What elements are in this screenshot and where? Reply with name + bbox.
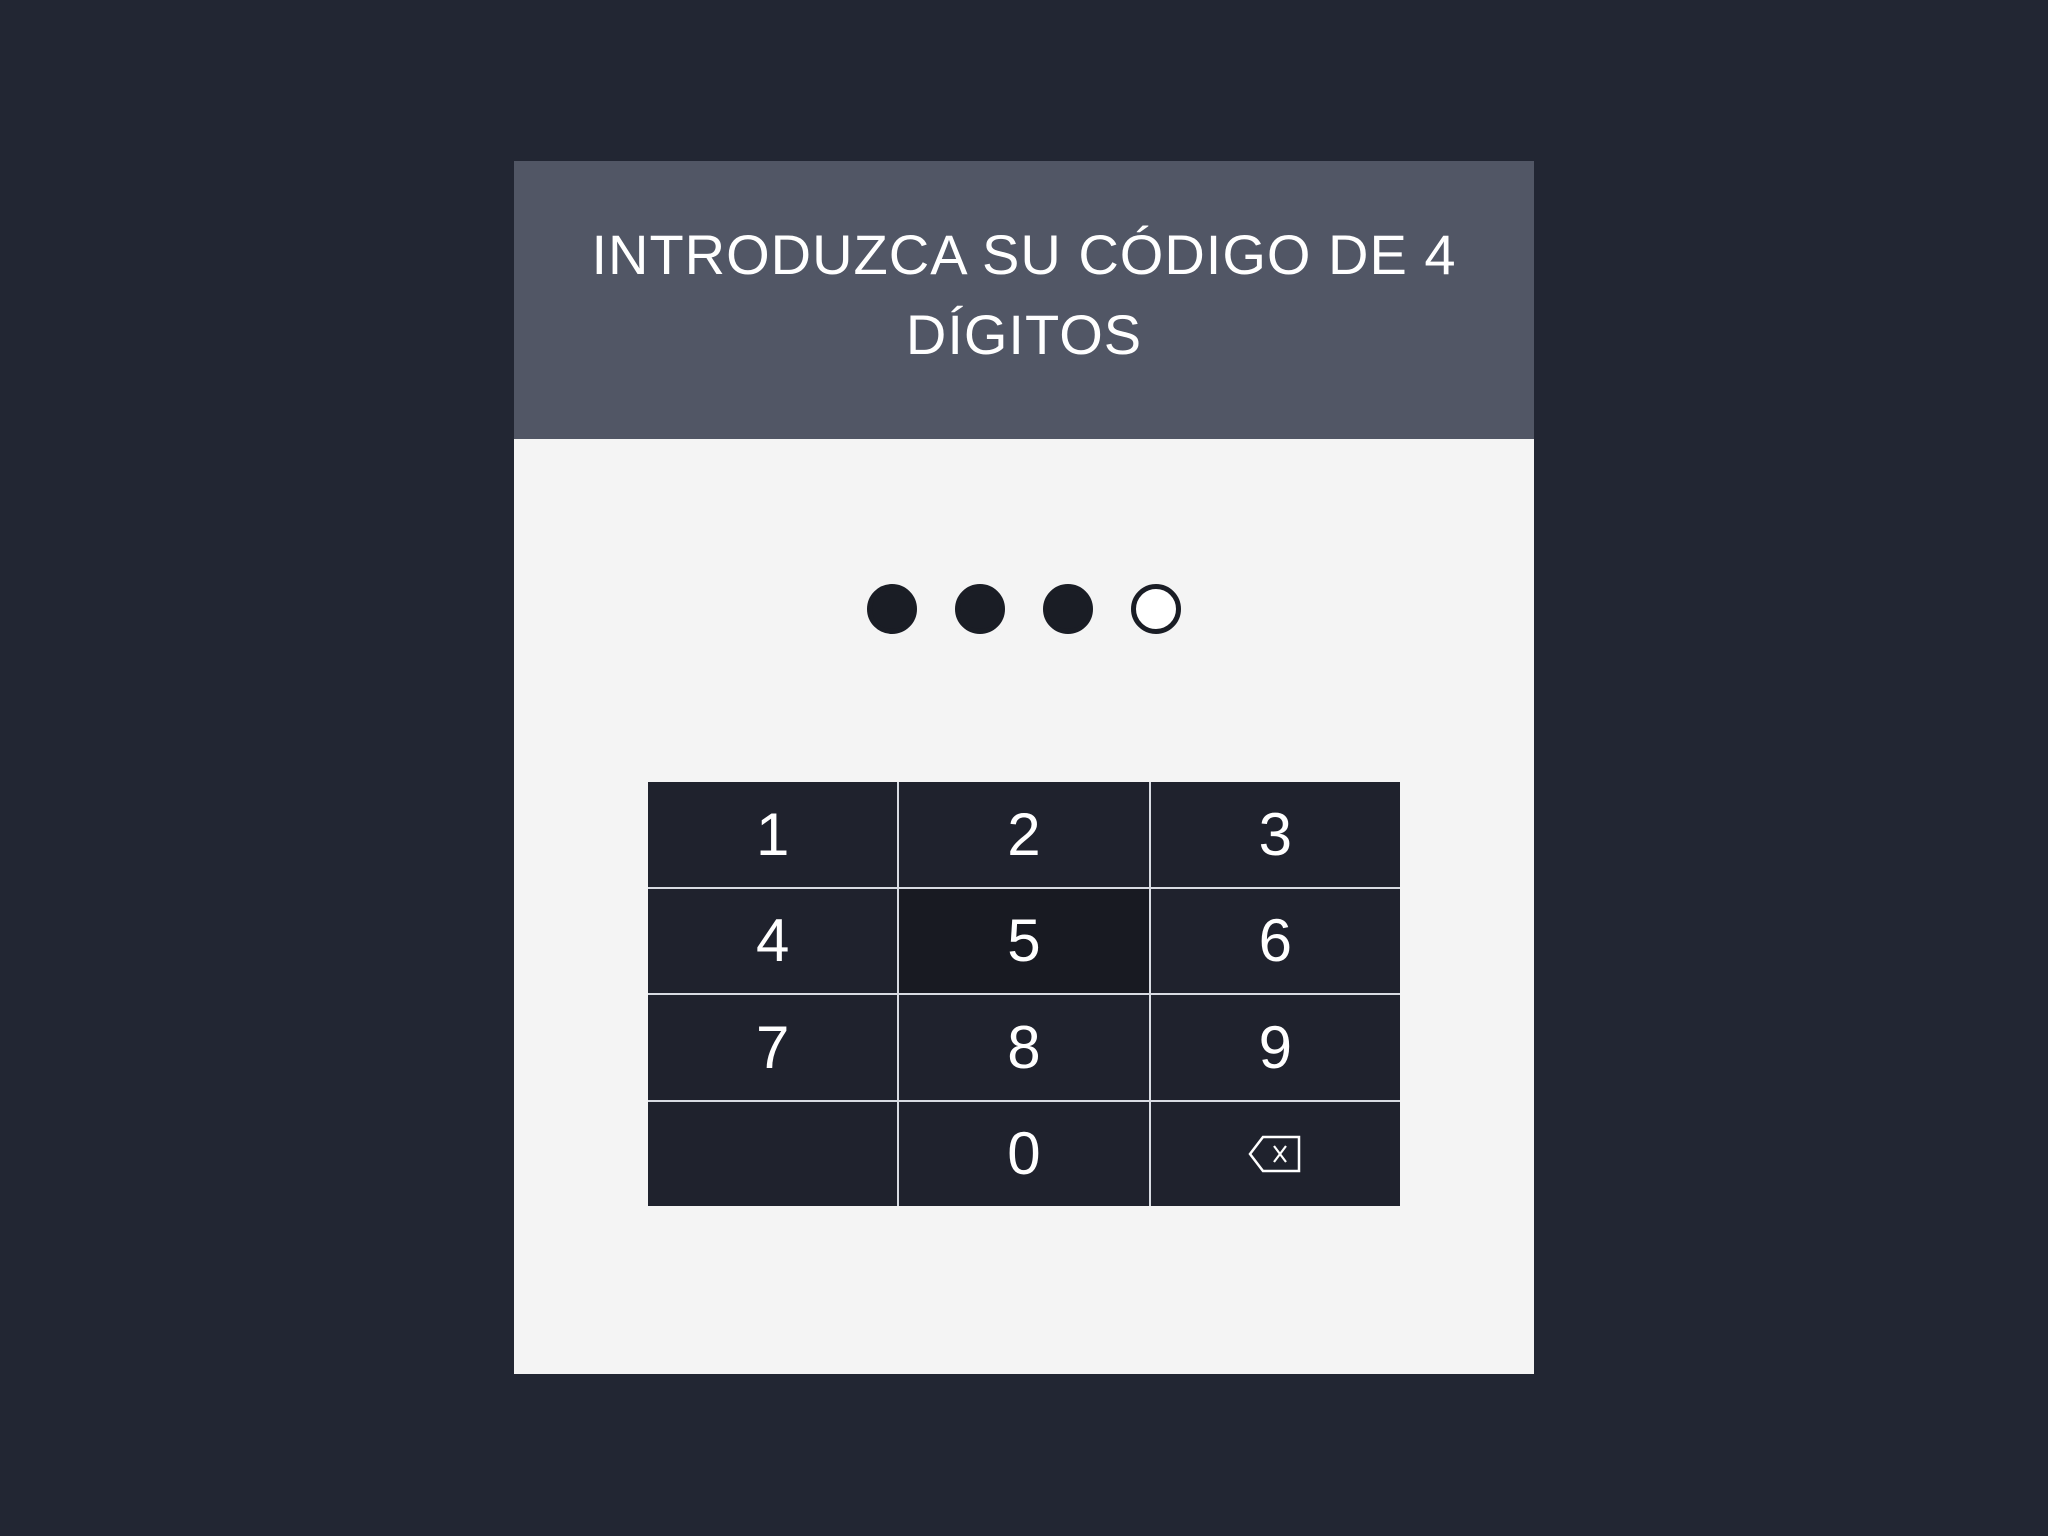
key-0[interactable]: 0 [899, 1101, 1149, 1206]
key-label: 6 [1258, 907, 1292, 975]
key-8[interactable]: 8 [899, 995, 1149, 1100]
key-label: 7 [755, 1013, 790, 1081]
pin-dot-filled [1043, 584, 1093, 634]
key-label: 0 [1007, 1120, 1041, 1188]
key-blank [648, 1101, 898, 1206]
key-label: 4 [755, 907, 790, 975]
key-6[interactable]: 6 [1150, 888, 1400, 993]
dialog-title: INTRODUZCA SU CÓDIGO DE 4 DÍGITOS [591, 223, 1457, 366]
key-2[interactable]: 2 [899, 782, 1149, 887]
key-label: 3 [1258, 800, 1292, 868]
pin-entry-dialog: INTRODUZCA SU CÓDIGO DE 4 DÍGITOS 1 2 3 … [514, 161, 1534, 1374]
key-1[interactable]: 1 [648, 782, 898, 887]
key-9[interactable]: 9 [1150, 995, 1400, 1100]
key-4[interactable]: 4 [648, 888, 898, 993]
key-label: 8 [1007, 1013, 1041, 1081]
key-3[interactable]: 3 [1150, 782, 1400, 887]
dialog-header: INTRODUZCA SU CÓDIGO DE 4 DÍGITOS [514, 161, 1534, 439]
numeric-keypad: 1 2 3 4 5 6 7 8 9 0 [648, 782, 1400, 1206]
key-label: 2 [1007, 800, 1041, 868]
key-label: 1 [755, 800, 790, 868]
key-7[interactable]: 7 [648, 995, 898, 1100]
pin-indicator [514, 584, 1534, 634]
key-label: 5 [1007, 907, 1041, 975]
pin-dot-empty [1131, 584, 1181, 634]
key-label: 9 [1258, 1013, 1292, 1081]
pin-dot-filled [955, 584, 1005, 634]
backspace-button[interactable] [1150, 1101, 1400, 1206]
pin-dot-filled [867, 584, 917, 634]
key-5[interactable]: 5 [899, 888, 1149, 993]
backspace-icon [1248, 1135, 1301, 1172]
